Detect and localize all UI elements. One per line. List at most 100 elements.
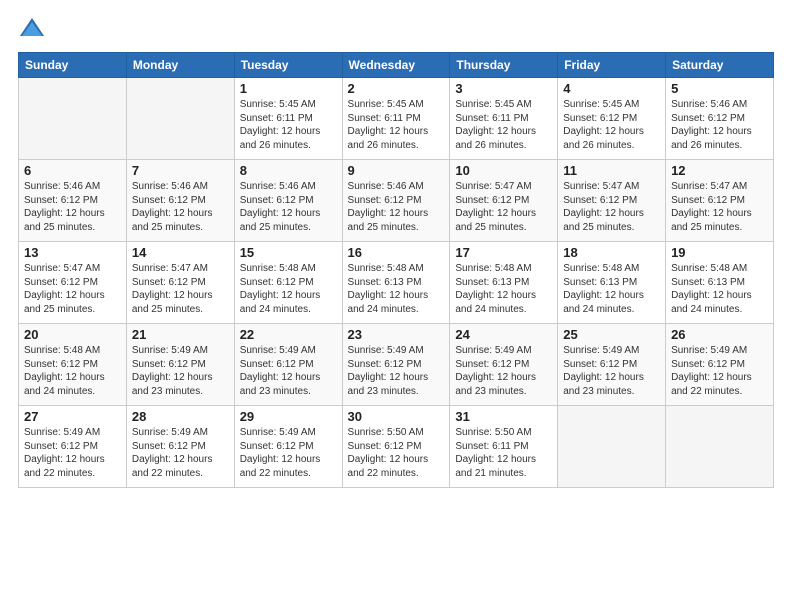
calendar-cell <box>19 78 127 160</box>
calendar-cell: 5 Sunrise: 5:46 AM Sunset: 6:12 PM Daylig… <box>666 78 774 160</box>
day-detail: Sunrise: 5:49 AM Sunset: 6:12 PM Dayligh… <box>240 344 337 398</box>
calendar-cell <box>126 78 234 160</box>
calendar-cell: 25 Sunrise: 5:49 AM Sunset: 6:12 PM Dayli… <box>558 324 666 406</box>
calendar-cell: 18Sunrise: 5:48 AM Sunset: 6:13 PM Dayli… <box>558 242 666 324</box>
calendar-week-row: 27 Sunrise: 5:49 AM Sunset: 6:12 PM Dayli… <box>19 406 774 488</box>
day-detail: Sunrise: 5:47 AM Sunset: 6:12 PM Dayligh… <box>24 262 121 316</box>
day-detail: Sunrise: 5:48 AM Sunset: 6:13 PM Dayligh… <box>348 262 445 316</box>
day-detail: Sunrise: 5:49 AM Sunset: 6:12 PM Dayligh… <box>240 426 337 480</box>
day-number: 9 <box>348 163 445 178</box>
day-detail: Sunrise: 5:48 AM Sunset: 6:12 PM Dayligh… <box>24 344 121 398</box>
calendar-cell: 29 Sunrise: 5:49 AM Sunset: 6:12 PM Dayli… <box>234 406 342 488</box>
day-detail: Sunrise: 5:47 AM Sunset: 6:12 PM Dayligh… <box>671 180 768 234</box>
day-number: 30 <box>348 409 445 424</box>
day-detail: Sunrise: 5:49 AM Sunset: 6:12 PM Dayligh… <box>563 344 660 398</box>
calendar-cell: 8 Sunrise: 5:46 AM Sunset: 6:12 PM Daylig… <box>234 160 342 242</box>
calendar-cell <box>558 406 666 488</box>
day-number: 11 <box>563 163 660 178</box>
calendar-cell: 12 Sunrise: 5:47 AM Sunset: 6:12 PM Dayli… <box>666 160 774 242</box>
day-detail: Sunrise: 5:47 AM Sunset: 6:12 PM Dayligh… <box>132 262 229 316</box>
day-detail: Sunrise: 5:49 AM Sunset: 6:12 PM Dayligh… <box>455 344 552 398</box>
calendar-cell: 3 Sunrise: 5:45 AM Sunset: 6:11 PM Daylig… <box>450 78 558 160</box>
calendar-cell <box>666 406 774 488</box>
day-number: 24 <box>455 327 552 342</box>
calendar-cell: 27 Sunrise: 5:49 AM Sunset: 6:12 PM Dayli… <box>19 406 127 488</box>
day-detail: Sunrise: 5:47 AM Sunset: 6:12 PM Dayligh… <box>563 180 660 234</box>
day-number: 16 <box>348 245 445 260</box>
calendar-cell: 20 Sunrise: 5:48 AM Sunset: 6:12 PM Dayli… <box>19 324 127 406</box>
calendar-week-row: 13 Sunrise: 5:47 AM Sunset: 6:12 PM Dayli… <box>19 242 774 324</box>
day-number: 14 <box>132 245 229 260</box>
day-number: 13 <box>24 245 121 260</box>
day-detail: Sunrise: 5:49 AM Sunset: 6:12 PM Dayligh… <box>671 344 768 398</box>
day-number: 18 <box>563 245 660 260</box>
calendar-cell: 13 Sunrise: 5:47 AM Sunset: 6:12 PM Dayli… <box>19 242 127 324</box>
weekday-header-monday: Monday <box>126 53 234 78</box>
calendar-week-row: 20 Sunrise: 5:48 AM Sunset: 6:12 PM Dayli… <box>19 324 774 406</box>
day-number: 19 <box>671 245 768 260</box>
day-detail: Sunrise: 5:46 AM Sunset: 6:12 PM Dayligh… <box>132 180 229 234</box>
day-number: 21 <box>132 327 229 342</box>
day-number: 2 <box>348 81 445 96</box>
calendar-table: SundayMondayTuesdayWednesdayThursdayFrid… <box>18 52 774 488</box>
day-detail: Sunrise: 5:50 AM Sunset: 6:12 PM Dayligh… <box>348 426 445 480</box>
logo <box>18 14 50 42</box>
day-number: 4 <box>563 81 660 96</box>
calendar-cell: 19 Sunrise: 5:48 AM Sunset: 6:13 PM Dayli… <box>666 242 774 324</box>
calendar-cell: 11 Sunrise: 5:47 AM Sunset: 6:12 PM Dayli… <box>558 160 666 242</box>
day-number: 10 <box>455 163 552 178</box>
calendar-cell: 23 Sunrise: 5:49 AM Sunset: 6:12 PM Dayli… <box>342 324 450 406</box>
page: SundayMondayTuesdayWednesdayThursdayFrid… <box>0 0 792 612</box>
calendar-week-row: 1 Sunrise: 5:45 AM Sunset: 6:11 PM Daylig… <box>19 78 774 160</box>
day-number: 8 <box>240 163 337 178</box>
day-detail: Sunrise: 5:47 AM Sunset: 6:12 PM Dayligh… <box>455 180 552 234</box>
day-number: 15 <box>240 245 337 260</box>
day-number: 27 <box>24 409 121 424</box>
calendar-cell: 6 Sunrise: 5:46 AM Sunset: 6:12 PM Daylig… <box>19 160 127 242</box>
calendar-cell: 31Sunrise: 5:50 AM Sunset: 6:11 PM Dayli… <box>450 406 558 488</box>
day-detail: Sunrise: 5:46 AM Sunset: 6:12 PM Dayligh… <box>348 180 445 234</box>
day-number: 3 <box>455 81 552 96</box>
calendar-cell: 9 Sunrise: 5:46 AM Sunset: 6:12 PM Daylig… <box>342 160 450 242</box>
day-detail: Sunrise: 5:45 AM Sunset: 6:11 PM Dayligh… <box>348 98 445 152</box>
weekday-header-friday: Friday <box>558 53 666 78</box>
day-number: 7 <box>132 163 229 178</box>
day-number: 17 <box>455 245 552 260</box>
day-detail: Sunrise: 5:49 AM Sunset: 6:12 PM Dayligh… <box>348 344 445 398</box>
weekday-header-sunday: Sunday <box>19 53 127 78</box>
day-number: 29 <box>240 409 337 424</box>
day-detail: Sunrise: 5:46 AM Sunset: 6:12 PM Dayligh… <box>671 98 768 152</box>
calendar-cell: 4 Sunrise: 5:45 AM Sunset: 6:12 PM Daylig… <box>558 78 666 160</box>
day-detail: Sunrise: 5:45 AM Sunset: 6:11 PM Dayligh… <box>455 98 552 152</box>
day-detail: Sunrise: 5:48 AM Sunset: 6:13 PM Dayligh… <box>455 262 552 316</box>
day-detail: Sunrise: 5:49 AM Sunset: 6:12 PM Dayligh… <box>132 344 229 398</box>
day-number: 20 <box>24 327 121 342</box>
day-detail: Sunrise: 5:48 AM Sunset: 6:13 PM Dayligh… <box>671 262 768 316</box>
calendar-cell: 16 Sunrise: 5:48 AM Sunset: 6:13 PM Dayli… <box>342 242 450 324</box>
day-detail: Sunrise: 5:49 AM Sunset: 6:12 PM Dayligh… <box>24 426 121 480</box>
day-number: 25 <box>563 327 660 342</box>
day-number: 1 <box>240 81 337 96</box>
calendar-cell: 24 Sunrise: 5:49 AM Sunset: 6:12 PM Dayli… <box>450 324 558 406</box>
weekday-header-saturday: Saturday <box>666 53 774 78</box>
calendar-cell: 26Sunrise: 5:49 AM Sunset: 6:12 PM Dayli… <box>666 324 774 406</box>
calendar-cell: 14 Sunrise: 5:47 AM Sunset: 6:12 PM Dayli… <box>126 242 234 324</box>
day-detail: Sunrise: 5:46 AM Sunset: 6:12 PM Dayligh… <box>240 180 337 234</box>
day-detail: Sunrise: 5:48 AM Sunset: 6:12 PM Dayligh… <box>240 262 337 316</box>
day-number: 22 <box>240 327 337 342</box>
day-detail: Sunrise: 5:46 AM Sunset: 6:12 PM Dayligh… <box>24 180 121 234</box>
day-number: 12 <box>671 163 768 178</box>
day-detail: Sunrise: 5:45 AM Sunset: 6:12 PM Dayligh… <box>563 98 660 152</box>
calendar-cell: 17 Sunrise: 5:48 AM Sunset: 6:13 PM Dayli… <box>450 242 558 324</box>
weekday-header-tuesday: Tuesday <box>234 53 342 78</box>
day-detail: Sunrise: 5:50 AM Sunset: 6:11 PM Dayligh… <box>455 426 552 480</box>
day-number: 23 <box>348 327 445 342</box>
day-number: 28 <box>132 409 229 424</box>
day-number: 6 <box>24 163 121 178</box>
calendar-cell: 1 Sunrise: 5:45 AM Sunset: 6:11 PM Daylig… <box>234 78 342 160</box>
calendar-week-row: 6 Sunrise: 5:46 AM Sunset: 6:12 PM Daylig… <box>19 160 774 242</box>
day-number: 5 <box>671 81 768 96</box>
calendar-cell: 15 Sunrise: 5:48 AM Sunset: 6:12 PM Dayli… <box>234 242 342 324</box>
day-detail: Sunrise: 5:45 AM Sunset: 6:11 PM Dayligh… <box>240 98 337 152</box>
calendar-cell: 7 Sunrise: 5:46 AM Sunset: 6:12 PM Daylig… <box>126 160 234 242</box>
